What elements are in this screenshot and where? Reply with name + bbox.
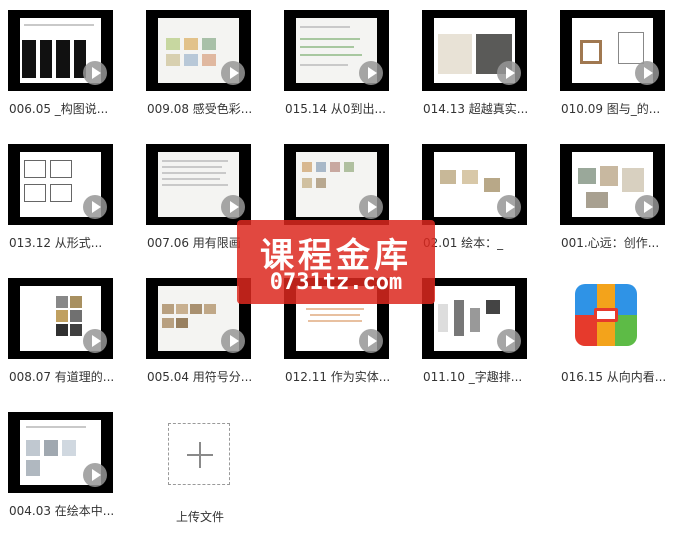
- play-icon[interactable]: [83, 61, 107, 85]
- file-name: 012.11 作为实体...: [285, 370, 391, 384]
- play-icon[interactable]: [83, 329, 107, 353]
- file-name: 004.03 在绘本中...: [9, 504, 115, 518]
- file-name: 008.07 有道理的...: [9, 370, 115, 384]
- play-icon[interactable]: [497, 329, 521, 353]
- play-icon[interactable]: [83, 195, 107, 219]
- file-name: 001.心远：创作...: [561, 236, 660, 250]
- file-item[interactable]: 016.15 从向内看...: [552, 268, 673, 396]
- file-name: 013.12 从形式...: [9, 236, 103, 250]
- video-thumbnail[interactable]: [8, 144, 113, 225]
- file-name: 009.08 感受色彩...: [147, 102, 253, 116]
- play-icon[interactable]: [359, 195, 383, 219]
- upload-tile[interactable]: 上传文件: [146, 408, 284, 536]
- file-item[interactable]: 010.09 图与_的...: [552, 0, 673, 128]
- video-thumbnail[interactable]: [284, 10, 389, 91]
- file-item[interactable]: 014.13 超越真实...: [414, 0, 552, 128]
- video-thumbnail[interactable]: [560, 144, 665, 225]
- video-thumbnail[interactable]: [146, 10, 251, 91]
- file-name: 014.13 超越真实...: [423, 102, 529, 116]
- file-name: 015.14 从0到出...: [285, 102, 386, 116]
- file-item[interactable]: 013.12 从形式...: [0, 134, 138, 262]
- file-item[interactable]: 004.03 在绘本中...: [0, 402, 138, 530]
- video-thumbnail[interactable]: [422, 144, 527, 225]
- play-icon[interactable]: [221, 61, 245, 85]
- video-thumbnail[interactable]: [8, 412, 113, 493]
- file-item[interactable]: 015.14 从0到出...: [276, 0, 414, 128]
- video-thumbnail[interactable]: [146, 144, 251, 225]
- play-icon[interactable]: [497, 61, 521, 85]
- file-name: 010.09 图与_的...: [561, 102, 661, 116]
- play-icon[interactable]: [83, 463, 107, 487]
- file-name: 016.15 从向内看...: [561, 370, 667, 384]
- video-thumbnail[interactable]: [560, 10, 665, 91]
- file-item[interactable]: 009.08 感受色彩...: [138, 0, 276, 128]
- upload-button[interactable]: [168, 423, 230, 485]
- video-thumbnail[interactable]: [8, 10, 113, 91]
- play-icon[interactable]: [635, 61, 659, 85]
- video-thumbnail[interactable]: [8, 278, 113, 359]
- video-thumbnail[interactable]: [284, 144, 389, 225]
- video-thumbnail[interactable]: [422, 10, 527, 91]
- play-icon[interactable]: [359, 61, 383, 85]
- archive-app-icon[interactable]: [575, 284, 637, 346]
- play-icon[interactable]: [359, 329, 383, 353]
- watermark-url: 0731tz.com: [269, 270, 403, 295]
- play-icon[interactable]: [497, 195, 521, 219]
- play-icon[interactable]: [635, 195, 659, 219]
- file-item[interactable]: 008.07 有道理的...: [0, 268, 138, 396]
- watermark: 课程金库 0731tz.com: [237, 220, 435, 304]
- file-item[interactable]: 001.心远：创作...: [552, 134, 673, 262]
- play-icon[interactable]: [221, 329, 245, 353]
- upload-label: 上传文件: [175, 510, 224, 524]
- play-icon[interactable]: [221, 195, 245, 219]
- video-thumbnail[interactable]: [422, 278, 527, 359]
- video-thumbnail[interactable]: [146, 278, 251, 359]
- file-name: 011.10 _字趣排...: [423, 370, 523, 384]
- file-item[interactable]: 006.05 _构图说...: [0, 0, 138, 128]
- file-name: 006.05 _构图说...: [9, 102, 109, 116]
- file-name: 005.04 用符号分...: [147, 370, 253, 384]
